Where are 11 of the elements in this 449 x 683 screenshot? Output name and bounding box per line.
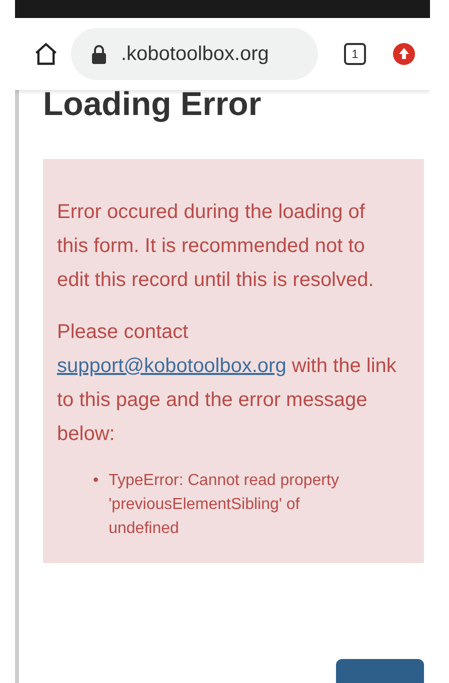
contact-text: Please contact support@kobotoolbox.org with the link to this page and the error message below:: [57, 320, 398, 447]
upload-icon[interactable]: [392, 42, 416, 66]
error-item: TypeError: Cannot read property 'previousElementSibling' of undefined: [108, 471, 340, 539]
page-title: Loading Error: [43, 84, 262, 124]
bullet-mark: •: [93, 471, 99, 491]
lock-icon: [91, 44, 107, 64]
tab-count-button[interactable]: 1: [344, 43, 366, 65]
support-email-link[interactable]: support@kobotoolbox.org: [57, 355, 286, 377]
home-icon[interactable]: [33, 41, 59, 67]
address-bar[interactable]: .kobotoolbox.org: [71, 28, 318, 80]
error-message: Error occured during the loading of this form. It is recommended not to edit this record until this is resolved.: [57, 200, 375, 293]
